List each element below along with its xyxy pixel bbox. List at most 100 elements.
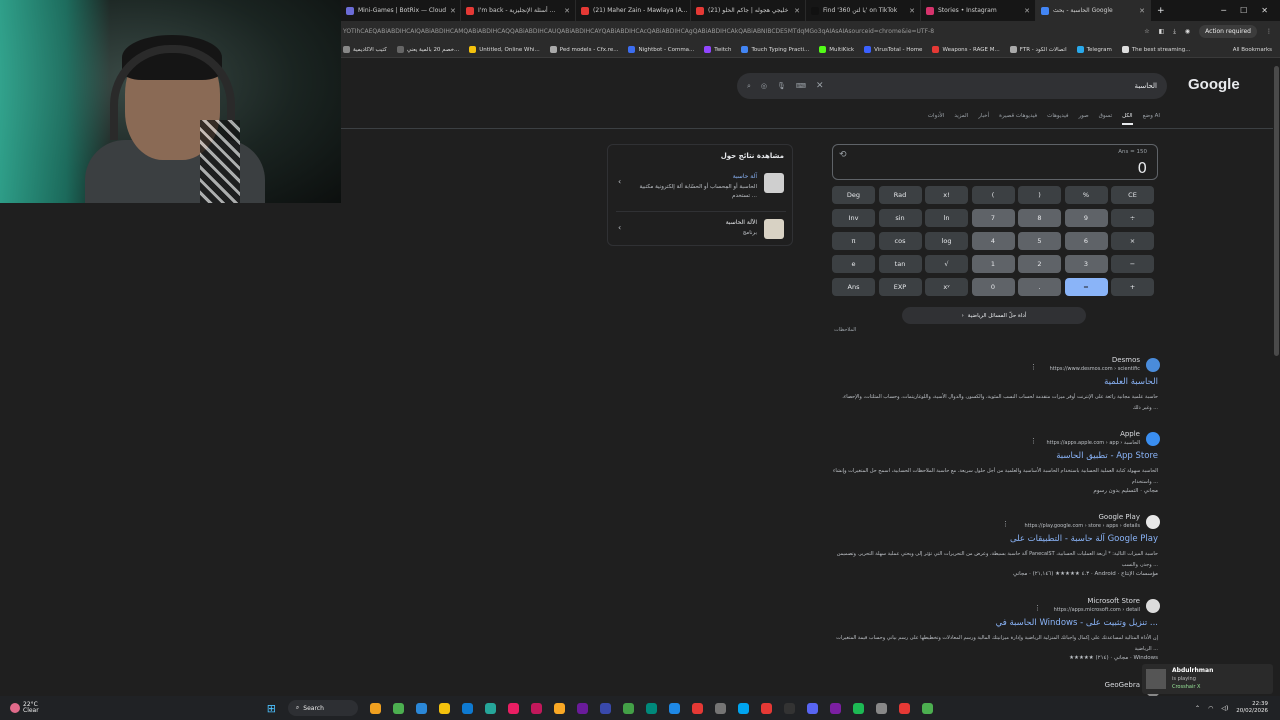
result-url[interactable]: https://play.google.com › store › apps ›… [1025,523,1140,529]
result-url[interactable]: https://apps.apple.com › app › الحاسبة [1047,440,1141,446]
bookmark-item[interactable]: VirusTotal - Home [864,46,922,53]
calc-key[interactable]: π [832,232,875,250]
weather-widget[interactable]: 22°C Clear [10,702,39,714]
more-options-icon[interactable]: ⋮ [1034,604,1041,612]
download-icon[interactable]: ⤓ [1173,28,1176,36]
action-required-button[interactable]: Action required [1199,25,1257,38]
close-window-icon[interactable]: ✕ [1261,6,1268,15]
close-icon[interactable]: ✕ [450,7,456,15]
calc-key[interactable]: e [832,255,875,273]
clear-icon[interactable]: ✕ [816,81,824,91]
calc-key[interactable]: Inv [832,209,875,227]
bookmark-item[interactable]: MultiKick [819,46,854,53]
google-logo[interactable]: Google [1188,76,1240,93]
history-icon[interactable]: ⟲ [839,150,847,160]
taskbar-app-icon[interactable] [392,702,404,714]
taskbar-app-icon[interactable] [438,702,450,714]
result-title-link[interactable]: الحاسبة في Windows - تنزيل وتثبيت على ..… [996,618,1158,628]
tab[interactable]: Stories • Instagram ✕ [921,0,1036,21]
search-tab[interactable]: المزيد [954,113,968,125]
taskbar-app-icon[interactable] [691,702,703,714]
calc-key[interactable]: log [925,232,968,250]
result-title-link[interactable]: آلة حاسبة - التطبيقات على Google Play [1010,534,1158,544]
taskbar-app-icon[interactable] [415,702,427,714]
clock[interactable]: 22:39 20/02/2026 [1236,701,1268,715]
close-icon[interactable]: ✕ [1139,7,1145,15]
address-bar[interactable]: YOTIhCAEQABiABDIHCAIQABiABDIHCAMQABiABDI… [341,21,1280,42]
taskbar-app-icon[interactable] [783,702,795,714]
bookmark-item[interactable]: The best streaming... [1121,46,1190,53]
taskbar-app-icon[interactable] [668,702,680,714]
calc-key[interactable]: × [1111,232,1154,250]
panel-item[interactable]: آلة حاسبة الحاسبة أو المِحساب أو الحسّاب… [614,173,784,209]
taskbar-app-icon[interactable] [852,702,864,714]
notes-link[interactable]: الملاحظات [834,327,856,333]
calc-key[interactable]: . [1018,278,1061,296]
taskbar-app-icon[interactable] [622,702,634,714]
calc-key[interactable]: √ [925,255,968,273]
bookmark-item[interactable]: خصم 20 بالمية يعني... [396,46,459,53]
chevron-left-icon[interactable]: ‹ [618,223,621,232]
calc-key[interactable]: ) [1018,186,1061,204]
bookmark-item[interactable]: Untitled, Online Whi... [469,46,540,53]
calc-key[interactable]: sin [878,209,922,227]
taskbar-app-icon[interactable] [645,702,657,714]
taskbar-app-icon[interactable] [737,702,749,714]
lens-icon[interactable]: ◎ [761,82,767,90]
calc-key[interactable]: ÷ [1111,209,1154,227]
bookmark-item[interactable]: Twitch [704,46,731,53]
taskbar-app-icon[interactable] [898,702,910,714]
result-title-link[interactable]: الحاسبة العلمية [1104,377,1158,387]
taskbar-app-icon[interactable] [484,702,496,714]
search-tab[interactable]: الكل [1122,113,1133,125]
search-tab[interactable]: وضع AI [1143,113,1160,125]
taskbar-search[interactable]: ⌕ Search [287,700,358,716]
taskbar-app-icon[interactable] [714,702,726,714]
windows-start-icon[interactable]: ⊞ [267,702,276,715]
result-url[interactable]: https://apps.microsoft.com › detail [1054,607,1140,613]
search-tab[interactable]: أخبار [978,113,989,125]
page-scrollbar[interactable] [1273,58,1280,696]
game-notification[interactable]: Abdulrhman is playing Crosshair X [1142,664,1273,694]
calc-key[interactable]: 8 [1018,209,1061,227]
calc-key[interactable]: 4 [971,232,1015,250]
search-input[interactable]: الحاسبة [1135,82,1157,90]
calc-key[interactable]: ln [925,209,968,227]
calc-key[interactable]: ( [971,186,1015,204]
calc-key[interactable]: 5 [1018,232,1061,250]
bookmark-item[interactable]: FTR - اتصالات الكود [1009,46,1067,53]
all-bookmarks-button[interactable]: All Bookmarks [1233,47,1280,53]
calc-key[interactable]: Deg [832,186,875,204]
calc-key[interactable]: % [1064,186,1108,204]
search-tab[interactable]: فيديوهات قصيرة [999,113,1037,125]
more-options-icon[interactable]: ⋮ [1030,437,1037,445]
taskbar-app-icon[interactable] [806,702,818,714]
tab[interactable]: (21) Maher Zain - Mawlaya (A... ✕ [576,0,691,21]
bookmark-item[interactable]: Telegram [1076,46,1112,53]
keyboard-icon[interactable]: ⌨ [796,82,806,90]
result-url[interactable]: https://www.desmos.com › scientific [1050,366,1140,372]
new-tab-button[interactable]: + [1151,6,1171,16]
close-icon[interactable]: ✕ [564,7,570,15]
calc-key[interactable]: 2 [1018,255,1061,273]
calc-key[interactable]: = [1064,278,1108,296]
more-options-icon[interactable]: ⋮ [1002,520,1009,528]
result-site-name[interactable]: GeoGebra [1105,681,1140,689]
calc-key[interactable]: 9 [1064,209,1108,227]
chevron-left-icon[interactable]: ‹ [618,177,621,186]
calc-key[interactable]: + [1111,278,1154,296]
url-text[interactable]: YOTIhCAEQABiABDIHCAIQABiABDIHCAMQABiABDI… [343,28,1103,35]
account-icon[interactable]: ◉ [1185,28,1190,35]
panel-item-title[interactable]: آلة حاسبة [733,173,757,180]
calc-key[interactable]: − [1111,255,1154,273]
result-site-name[interactable]: Google Play [1098,513,1140,521]
taskbar-app-icon[interactable] [576,702,588,714]
calc-key[interactable]: CE [1111,186,1154,204]
chevron-up-icon[interactable]: ⌃ [1195,705,1200,712]
scrollbar-thumb[interactable] [1274,66,1279,356]
search-tab[interactable]: الأدوات [928,113,944,125]
taskbar-app-icon[interactable] [599,702,611,714]
result-site-name[interactable]: Apple [1120,430,1140,438]
minimize-icon[interactable]: ─ [1221,6,1226,15]
taskbar-app-icon[interactable] [553,702,565,714]
